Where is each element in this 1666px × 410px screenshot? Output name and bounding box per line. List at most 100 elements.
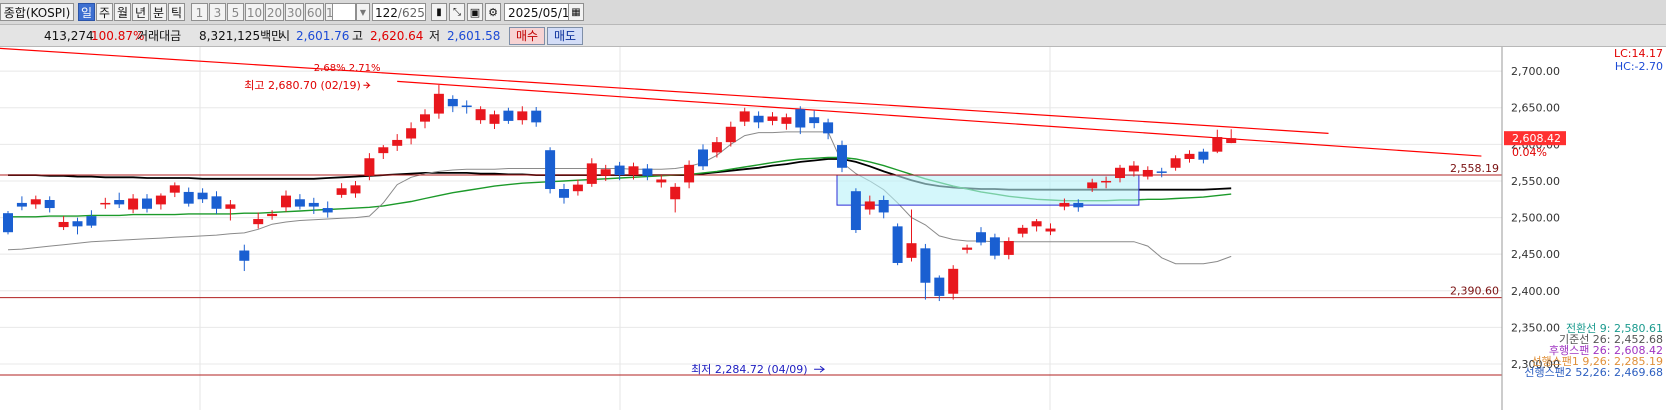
count-input[interactable]: 122/625: [372, 3, 426, 21]
candle-body: [572, 184, 583, 192]
interval-input[interactable]: [332, 3, 356, 21]
candle-body: [1198, 151, 1209, 160]
candle-body: [433, 93, 444, 114]
candle-body: [169, 185, 180, 193]
candle-body: [725, 126, 736, 143]
high-annotation-label: 최고 2,680.70 (02/19): [244, 79, 361, 92]
candle-body: [267, 213, 278, 217]
interval-button-5[interactable]: 30: [285, 3, 304, 21]
candle-body: [1142, 169, 1153, 177]
price-chart[interactable]: 2,558.192,390.60 2,300.002,350.002,400.0…: [0, 47, 1666, 410]
interval-dropdown[interactable]: ▼: [356, 3, 370, 21]
candle-body: [1087, 182, 1098, 189]
candle-body: [948, 268, 959, 294]
candle-body: [308, 202, 319, 207]
period-tab-0[interactable]: 일: [78, 3, 95, 21]
candle-body: [711, 142, 722, 153]
candle-body: [850, 191, 861, 231]
candle-body: [934, 277, 945, 296]
candle-body: [100, 202, 111, 205]
compare-icon[interactable]: ⤡: [449, 3, 465, 21]
candle-body: [197, 192, 208, 200]
candle-body: [1059, 202, 1070, 207]
candle-body: [670, 186, 681, 200]
candle-settings-icon[interactable]: ▮: [431, 3, 447, 21]
indicator-legend-item: 선행스팬2 52,26: 2,469.68: [1524, 366, 1663, 379]
last-price-label: 2,608.42: [1512, 132, 1561, 145]
last-change-label: 0.04%: [1512, 146, 1547, 159]
y-tick-label: 2,500.00: [1511, 212, 1560, 225]
interval-button-6[interactable]: 60: [305, 3, 324, 21]
candle-body: [336, 188, 347, 195]
candle-body: [795, 109, 806, 128]
y-tick-label: 2,550.00: [1511, 175, 1560, 188]
candle-body: [545, 150, 556, 190]
period-tab-5[interactable]: 틱: [168, 3, 185, 21]
candle-body: [809, 117, 820, 124]
period-tab-3[interactable]: 년: [132, 3, 149, 21]
candle-body: [294, 199, 305, 207]
candle-body: [1031, 221, 1042, 227]
amount-label: 거래대금: [137, 29, 182, 43]
candle-body: [989, 237, 1000, 256]
calendar-icon[interactable]: ▦: [568, 3, 584, 21]
period-tab-4[interactable]: 분: [150, 3, 167, 21]
annotations: LC:14.17HC:-2.70 2,608.420.04% 2.68% 2.71%…: [244, 47, 1663, 379]
hc-label: HC:-2.70: [1615, 60, 1663, 73]
candle-body: [155, 195, 166, 205]
interval-button-0[interactable]: 1: [191, 3, 208, 21]
candle-body: [1184, 153, 1195, 159]
candle-body: [767, 116, 778, 121]
period-tab-1[interactable]: 주: [96, 3, 113, 21]
gear-icon[interactable]: ⚙: [485, 3, 501, 21]
candle-body: [350, 185, 361, 194]
candle-body: [781, 117, 792, 124]
y-tick-label: 2,700.00: [1511, 65, 1560, 78]
index-selector[interactable]: 종합(KOSPI): [0, 3, 74, 21]
candle-body: [753, 115, 764, 123]
candle-body: [892, 226, 903, 263]
y-tick-label: 2,650.00: [1511, 102, 1560, 115]
volume-value: 413,274: [44, 29, 94, 43]
interval-button-4[interactable]: 20: [265, 3, 284, 21]
price-level-label: 2,558.19: [1450, 162, 1499, 175]
date-value: 2025/05/13: [508, 6, 578, 20]
candle-body: [239, 250, 250, 261]
candle-body: [684, 164, 695, 183]
candle-body: [406, 128, 417, 139]
resistance-line-upper: [0, 47, 1329, 134]
buy-button[interactable]: 매수: [509, 27, 545, 45]
sell-button[interactable]: 매도: [547, 27, 583, 45]
candle-body: [600, 169, 611, 176]
y-tick-label: 2,450.00: [1511, 248, 1560, 261]
candle-body: [253, 219, 264, 225]
candle-body: [642, 168, 653, 176]
save-icon[interactable]: ▣: [467, 3, 483, 21]
y-tick-label: 2,350.00: [1511, 321, 1560, 334]
candle-body: [16, 202, 27, 207]
candle-body: [698, 149, 708, 167]
candle-body: [142, 198, 152, 209]
candle-body: [128, 198, 139, 210]
candle-body: [447, 98, 458, 107]
candle-body: [281, 195, 291, 208]
candle-body: [1115, 167, 1125, 179]
resistance-line-lower: [397, 80, 1482, 157]
candle-body: [1212, 137, 1223, 152]
high-value: 2,620.64: [370, 29, 424, 43]
trend-lines: [0, 47, 1482, 157]
candle-body: [114, 199, 125, 205]
low-label: 저: [429, 29, 441, 43]
candle-body: [1170, 158, 1181, 168]
chart-toolbar: 종합(KOSPI) 일주월년분틱 13510203060120 ▼ 122/62…: [0, 0, 1666, 25]
interval-button-1[interactable]: 3: [209, 3, 226, 21]
candle-body: [1101, 180, 1112, 183]
high-arrow-icon: [363, 81, 371, 89]
interval-button-2[interactable]: 5: [227, 3, 244, 21]
candle-body: [517, 111, 528, 121]
candle-body: [475, 109, 486, 121]
interval-button-3[interactable]: 10: [245, 3, 264, 21]
candle-body: [559, 189, 569, 198]
low-value: 2,601.58: [447, 29, 501, 43]
period-tab-2[interactable]: 월: [114, 3, 131, 21]
